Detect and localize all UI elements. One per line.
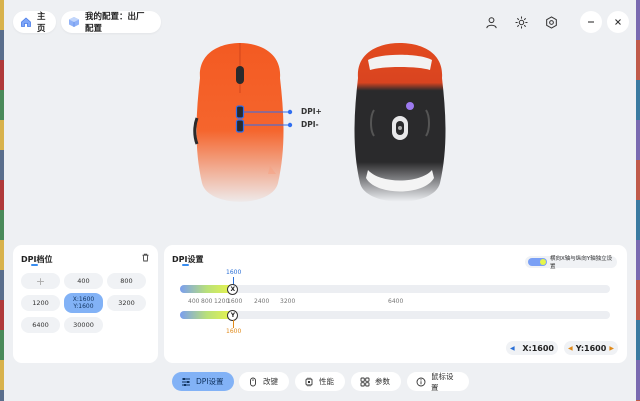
dpi-settings-title-text: DPI设置 (172, 255, 204, 264)
toggle-label: 横向X轴与纵向Y轴独立设置 (550, 256, 613, 270)
mouse-bottom-view (354, 43, 446, 202)
increase-arrow-icon[interactable]: ▶ (609, 345, 614, 352)
minimize-icon (586, 17, 596, 27)
dpi-settings-title: DPI设置 (172, 254, 204, 266)
chip-icon (304, 377, 314, 387)
tick-6400: 6400 (388, 298, 404, 305)
settings-icon (545, 15, 558, 29)
header-actions (480, 11, 562, 33)
dpi-plus-label: DPI+ (301, 107, 322, 116)
tick-3200: 3200 (280, 298, 296, 305)
close-icon (613, 17, 623, 27)
sun-icon (514, 15, 528, 29)
dpi-level-30000[interactable]: 30000 (64, 317, 103, 333)
user-button[interactable] (480, 11, 502, 33)
tab-label: DPI设置 (196, 377, 224, 386)
minimize-button[interactable] (580, 11, 602, 33)
tab-performance[interactable]: 性能 (295, 372, 345, 391)
x-dpi-slider[interactable] (180, 285, 610, 293)
y-slider-handle[interactable]: Y (227, 309, 239, 321)
dpi-level-1600-active[interactable]: X:1600 Y:1600 (64, 293, 103, 313)
tab-mouse-settings[interactable]: 鼠标设置 (407, 371, 469, 392)
x-slider-fill (180, 285, 233, 293)
y-dpi-slider[interactable] (180, 311, 610, 319)
toggle-switch[interactable] (528, 258, 547, 266)
y-value-label: 1600 (226, 328, 242, 335)
tick-1600: 1600 (227, 298, 243, 305)
grid-icon (360, 377, 370, 387)
mouse-preview: DPI+ DPI- (180, 38, 460, 218)
brightness-button[interactable] (510, 11, 532, 33)
tab-remap[interactable]: 改键 (239, 372, 289, 391)
tick-2400: 2400 (254, 298, 270, 305)
dpi-level-400[interactable]: 400 (64, 273, 103, 289)
y-value-line (233, 320, 234, 328)
decrease-arrow-icon[interactable]: ◀ (568, 345, 573, 352)
desktop-edge-left (0, 0, 4, 401)
x-dpi-readout[interactable]: ◀ X:1600 (506, 341, 558, 355)
decrease-arrow-icon[interactable]: ◀ (510, 345, 515, 352)
dpi-minus-label: DPI- (301, 120, 319, 129)
config-label: 我的配置：出厂配置 (85, 12, 145, 34)
tab-dpi-settings[interactable]: DPI设置 (172, 372, 234, 391)
y-slider-fill (180, 311, 233, 319)
independent-axis-toggle[interactable]: 横向X轴与纵向Y轴独立设置 (525, 256, 617, 270)
config-selector-button[interactable]: 我的配置：出厂配置 (61, 11, 161, 34)
x-readout-text: X:1600 (522, 343, 554, 353)
home-button[interactable]: 主页 (13, 11, 56, 34)
close-button[interactable] (607, 11, 629, 33)
tab-label: 性能 (319, 377, 334, 386)
home-label: 主页 (37, 12, 46, 34)
settings-button[interactable] (540, 11, 562, 33)
home-icon (20, 16, 32, 28)
y-readout-text: Y:1600 (575, 343, 607, 353)
y-dpi-readout[interactable]: ◀ Y:1600 ▶ (564, 341, 618, 355)
user-icon (485, 16, 498, 29)
desktop-edge-right (636, 0, 640, 401)
x-value-label: 1600 (226, 269, 242, 276)
dpi-levels-panel: DPI档位 + 400 800 1200 X:1600 Y:1600 3200 … (13, 245, 158, 363)
sliders-icon (181, 377, 191, 387)
delete-level-button[interactable] (141, 253, 150, 262)
info-icon (416, 377, 426, 387)
tab-label: 改键 (263, 377, 278, 386)
title-underline (31, 264, 38, 266)
tab-parameters[interactable]: 参数 (351, 372, 401, 391)
active-level-x: X:1600 (72, 296, 95, 303)
dpi-level-3200[interactable]: 3200 (107, 295, 146, 311)
dpi-settings-panel: DPI设置 横向X轴与纵向Y轴独立设置 1600 X 400 800 1200 … (164, 245, 627, 363)
x-slider-handle[interactable]: X (227, 283, 239, 295)
cube-icon (68, 16, 80, 28)
title-underline (182, 264, 189, 266)
tick-800: 800 (201, 298, 213, 305)
mouse-top-view (193, 43, 284, 202)
trash-icon (141, 253, 150, 262)
dpi-levels-title: DPI档位 (21, 254, 53, 266)
dpi-levels-title-text: DPI档位 (21, 255, 53, 264)
mouse-illustration (193, 43, 446, 202)
tab-label: 鼠标设置 (431, 371, 454, 392)
tick-400: 400 (188, 298, 200, 305)
mouse-icon (248, 377, 258, 387)
dpi-level-1200[interactable]: 1200 (21, 295, 60, 311)
add-level-button[interactable]: + (21, 273, 60, 289)
dpi-level-6400[interactable]: 6400 (21, 317, 60, 333)
app-window: 主页 我的配置：出厂配置 DPI+ DPI- DPI档位 + 400 800 1… (0, 0, 640, 401)
active-level-y: Y:1600 (73, 303, 94, 310)
tab-label: 参数 (375, 377, 390, 386)
dpi-level-800[interactable]: 800 (107, 273, 146, 289)
